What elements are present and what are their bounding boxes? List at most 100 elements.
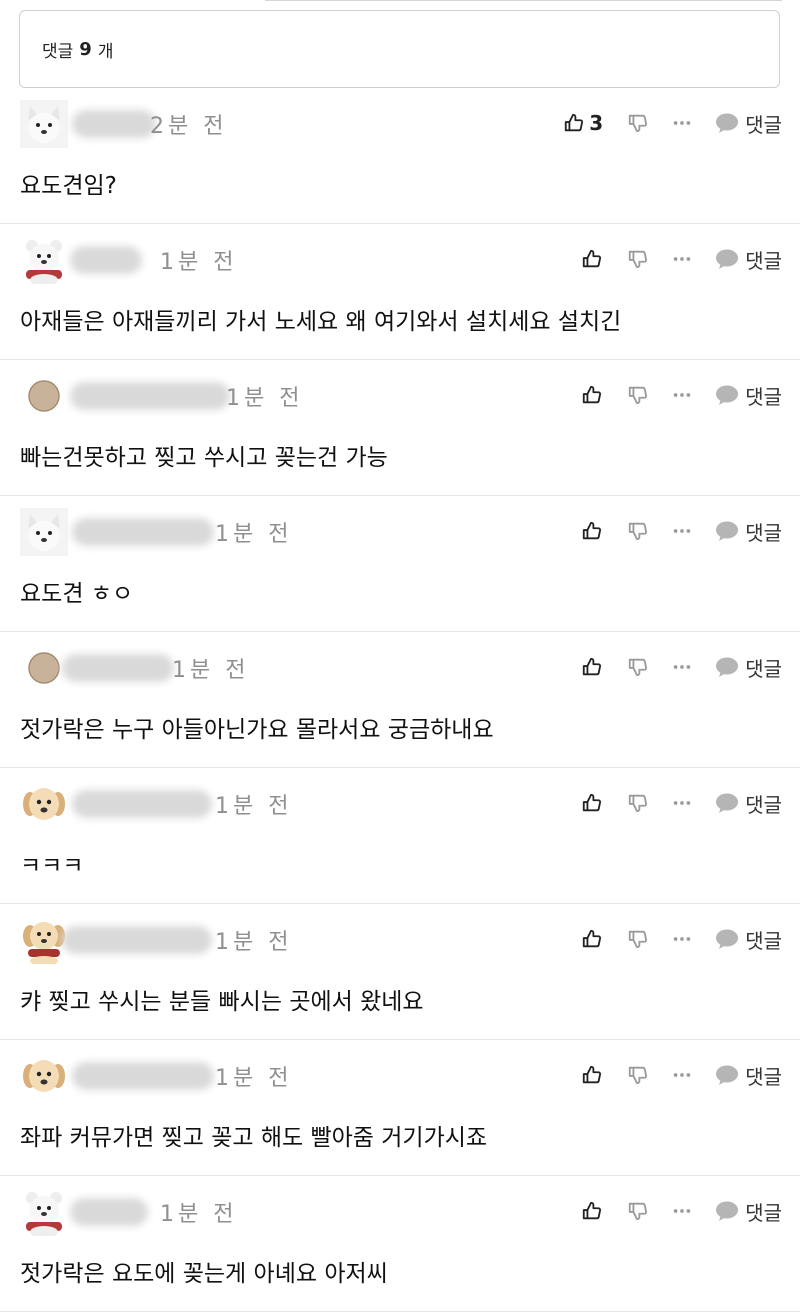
more-options-button[interactable] <box>671 928 693 950</box>
reply-button[interactable]: 댓글 <box>715 245 782 274</box>
more-icon <box>671 248 693 270</box>
comment-actions: 댓글 <box>581 650 782 684</box>
comment-count: 9 <box>79 38 92 60</box>
thumbs-up-icon <box>581 1200 603 1222</box>
like-button[interactable]: 3 <box>563 111 603 135</box>
dislike-button[interactable] <box>627 248 649 270</box>
blurred-nickname[interactable] <box>72 518 214 546</box>
comment-time: 1분 전 <box>215 794 293 819</box>
dislike-button[interactable] <box>627 656 649 678</box>
comment-actions: 댓글 <box>581 378 782 412</box>
more-options-button[interactable] <box>671 656 693 678</box>
thumbs-up-icon <box>563 112 585 134</box>
reply-label: 댓글 <box>745 248 782 273</box>
like-button[interactable] <box>581 1200 603 1222</box>
reply-button[interactable]: 댓글 <box>715 653 782 682</box>
blurred-nickname[interactable] <box>72 110 156 138</box>
avatar[interactable] <box>20 100 68 148</box>
like-button[interactable] <box>581 1064 603 1086</box>
dislike-button[interactable] <box>627 1200 649 1222</box>
comment-time: 1분 전 <box>226 386 304 411</box>
comment-time: 1분 전 <box>172 658 250 683</box>
avatar[interactable] <box>20 916 68 964</box>
avatar[interactable] <box>20 508 68 556</box>
thumbs-up-icon <box>581 520 603 542</box>
thumbs-up-icon <box>581 248 603 270</box>
comment-item: 1분 전 댓글 요도견 ㅎㅇ <box>0 496 800 632</box>
comment-item: 1분 전 댓글젓가락은 요도에 꽂는게 아녜요 아저씨 <box>0 1176 800 1312</box>
avatar[interactable] <box>20 372 68 420</box>
blurred-nickname[interactable] <box>72 790 212 818</box>
reply-label: 댓글 <box>745 520 782 545</box>
thumbs-down-icon <box>627 520 649 542</box>
avatar[interactable] <box>20 644 68 692</box>
dislike-button[interactable] <box>627 384 649 406</box>
more-icon <box>671 656 693 678</box>
comment-actions: 댓글 <box>581 242 782 276</box>
reply-button[interactable]: 댓글 <box>715 1061 782 1090</box>
avatar[interactable] <box>20 1188 68 1236</box>
comment-time: 1분 전 <box>215 930 293 955</box>
dislike-button[interactable] <box>627 1064 649 1086</box>
reply-button[interactable]: 댓글 <box>715 381 782 410</box>
like-button[interactable] <box>581 520 603 542</box>
reply-button[interactable]: 댓글 <box>715 109 782 138</box>
like-button[interactable] <box>581 656 603 678</box>
comment-actions: 댓글 <box>581 786 782 820</box>
thumbs-up-icon <box>581 928 603 950</box>
reply-button[interactable]: 댓글 <box>715 925 782 954</box>
comment-count-box: 댓글 9 개 <box>19 10 780 88</box>
more-options-button[interactable] <box>671 1064 693 1086</box>
dislike-button[interactable] <box>627 112 649 134</box>
more-options-button[interactable] <box>671 520 693 542</box>
comment-time: 1분 전 <box>215 522 293 547</box>
thumbs-down-icon <box>627 656 649 678</box>
more-icon <box>671 520 693 542</box>
more-icon <box>671 928 693 950</box>
comment-text: 캬 찢고 쑤시는 분들 빠시는 곳에서 왔네요 <box>20 989 424 1015</box>
comment-time: 1분 전 <box>215 1066 293 1091</box>
more-options-button[interactable] <box>671 1200 693 1222</box>
comment-time: 1분 전 <box>160 1202 238 1227</box>
speech-bubble-icon <box>715 112 739 134</box>
blurred-nickname[interactable] <box>70 382 230 410</box>
like-button[interactable] <box>581 792 603 814</box>
dislike-button[interactable] <box>627 520 649 542</box>
comment-text: 젓가락은 요도에 꽂는게 아녜요 아저씨 <box>20 1261 388 1287</box>
reply-label: 댓글 <box>745 928 782 953</box>
avatar[interactable] <box>20 236 68 284</box>
like-count: 3 <box>589 111 604 135</box>
reply-button[interactable]: 댓글 <box>715 789 782 818</box>
speech-bubble-icon <box>715 928 739 950</box>
thumbs-down-icon <box>627 1064 649 1086</box>
dislike-button[interactable] <box>627 792 649 814</box>
more-options-button[interactable] <box>671 248 693 270</box>
comment-text: 좌파 커뮤가면 찢고 꽂고 해도 빨아줌 거기가시죠 <box>20 1125 488 1151</box>
speech-bubble-icon <box>715 248 739 270</box>
blurred-nickname[interactable] <box>70 246 142 274</box>
reply-button[interactable]: 댓글 <box>715 517 782 546</box>
more-icon <box>671 792 693 814</box>
blurred-nickname[interactable] <box>62 926 212 954</box>
like-button[interactable] <box>581 384 603 406</box>
blurred-nickname[interactable] <box>72 1062 214 1090</box>
reply-label: 댓글 <box>745 1064 782 1089</box>
blurred-nickname[interactable] <box>62 654 174 682</box>
thumbs-up-icon <box>581 792 603 814</box>
avatar[interactable] <box>20 780 68 828</box>
comment-item: 1분 전 댓글 빠는건못하고 찢고 쑤시고 꽂는건 가능 <box>0 360 800 496</box>
like-button[interactable] <box>581 248 603 270</box>
more-options-button[interactable] <box>671 384 693 406</box>
more-options-button[interactable] <box>671 792 693 814</box>
comment-item: 1분 전 댓글 젓가락은 누구 아들아닌가요 몰라서요 궁금하내요 <box>0 632 800 768</box>
thumbs-up-icon <box>581 1064 603 1086</box>
more-options-button[interactable] <box>671 112 693 134</box>
reply-label: 댓글 <box>745 1200 782 1225</box>
reply-label: 댓글 <box>745 384 782 409</box>
dislike-button[interactable] <box>627 928 649 950</box>
reply-button[interactable]: 댓글 <box>715 1197 782 1226</box>
avatar[interactable] <box>20 1052 68 1100</box>
like-button[interactable] <box>581 928 603 950</box>
thumbs-down-icon <box>627 928 649 950</box>
blurred-nickname[interactable] <box>70 1198 148 1226</box>
